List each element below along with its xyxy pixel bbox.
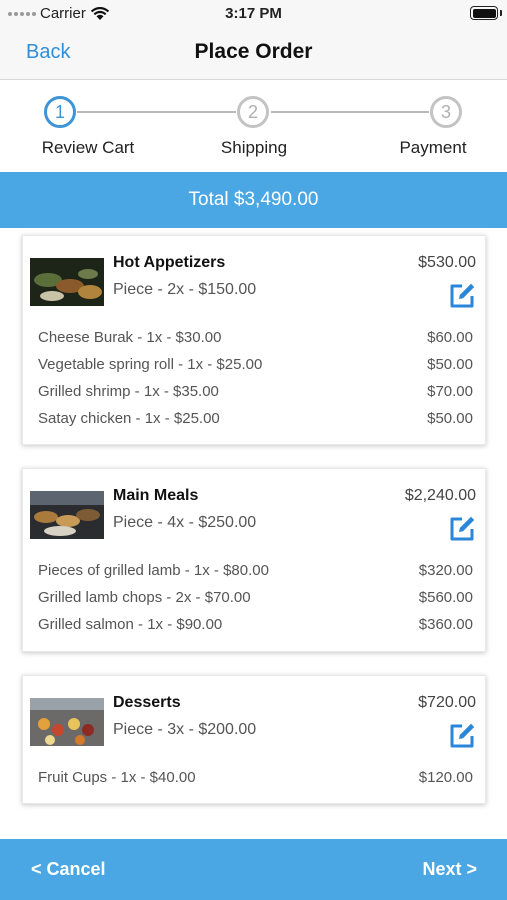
step-connector (271, 111, 429, 113)
item-label: Cheese Burak - 1x - $30.00 (38, 329, 222, 346)
item-amount: $60.00 (427, 329, 473, 346)
item-label: Satay chicken - 1x - $25.00 (38, 410, 220, 427)
food-image (30, 491, 104, 539)
food-image (30, 258, 104, 306)
step-3-label: Payment (399, 138, 467, 157)
bottom-action-bar: < Cancel Next > (0, 839, 507, 900)
category-name: Desserts (113, 694, 181, 711)
cart-card-main-meals: Main Meals $2,240.00 Piece - 4x - $250.0… (22, 468, 486, 652)
list-item: Pieces of grilled lamb - 1x - $80.00 $32… (38, 562, 473, 589)
category-name: Hot Appetizers (113, 254, 226, 271)
edit-icon[interactable] (447, 721, 477, 751)
step-3-circle[interactable]: 3 (430, 96, 462, 128)
item-label: Fruit Cups - 1x - $40.00 (38, 769, 196, 786)
category-subtitle: Piece - 4x - $250.00 (113, 514, 257, 531)
step-1-label: Review Cart (41, 138, 135, 157)
step-2-circle[interactable]: 2 (237, 96, 269, 128)
item-amount: $560.00 (418, 589, 473, 606)
item-amount: $50.00 (427, 410, 473, 427)
battery-icon (470, 6, 498, 20)
page-title: Place Order (194, 40, 313, 63)
status-bar: Carrier 3:17 PM (0, 0, 507, 27)
category-total: $720.00 (418, 694, 476, 711)
cart-card-hot-appetizers: Hot Appetizers $530.00 Piece - 2x - $150… (22, 235, 486, 445)
step-2-label: Shipping (220, 138, 288, 157)
step-connector (77, 111, 236, 113)
battery-tip (500, 10, 502, 16)
cancel-button[interactable]: < Cancel (31, 859, 106, 880)
food-image (30, 698, 104, 746)
list-item: Grilled salmon - 1x - $90.00 $360.00 (38, 616, 473, 643)
edit-icon[interactable] (447, 514, 477, 544)
item-amount: $320.00 (418, 562, 473, 579)
item-list: Cheese Burak - 1x - $30.00 $60.00 Vegeta… (38, 329, 473, 437)
category-subtitle: Piece - 2x - $150.00 (113, 281, 257, 298)
order-total: Total $3,490.00 (0, 172, 507, 228)
status-time: 3:17 PM (225, 5, 282, 22)
nav-bar: Back Place Order (0, 27, 507, 80)
edit-icon[interactable] (447, 281, 477, 311)
category-name: Main Meals (113, 487, 199, 504)
item-list: Fruit Cups - 1x - $40.00 $120.00 (38, 769, 473, 796)
list-item: Grilled shrimp - 1x - $35.00 $70.00 (38, 383, 473, 410)
list-item: Grilled lamb chops - 2x - $70.00 $560.00 (38, 589, 473, 616)
item-label: Grilled lamb chops - 2x - $70.00 (38, 589, 251, 606)
item-label: Pieces of grilled lamb - 1x - $80.00 (38, 562, 269, 579)
item-amount: $360.00 (418, 616, 473, 633)
list-item: Fruit Cups - 1x - $40.00 $120.00 (38, 769, 473, 796)
category-total: $530.00 (418, 254, 476, 271)
category-subtitle: Piece - 3x - $200.00 (113, 721, 257, 738)
checkout-stepper: 1 2 3 Review Cart Shipping Payment (0, 80, 507, 172)
list-item: Satay chicken - 1x - $25.00 $50.00 (38, 410, 473, 437)
item-amount: $70.00 (427, 383, 473, 400)
item-amount: $50.00 (427, 356, 473, 373)
cart-card-desserts: Desserts $720.00 Piece - 3x - $200.00 Fr… (22, 675, 486, 804)
next-button[interactable]: Next > (422, 859, 477, 880)
category-total: $2,240.00 (404, 487, 476, 504)
list-item: Vegetable spring roll - 1x - $25.00 $50.… (38, 356, 473, 383)
item-label: Grilled salmon - 1x - $90.00 (38, 616, 223, 633)
item-list: Pieces of grilled lamb - 1x - $80.00 $32… (38, 562, 473, 643)
item-label: Vegetable spring roll - 1x - $25.00 (38, 356, 263, 373)
item-amount: $120.00 (418, 769, 473, 786)
list-item: Cheese Burak - 1x - $30.00 $60.00 (38, 329, 473, 356)
step-1-circle[interactable]: 1 (44, 96, 76, 128)
item-label: Grilled shrimp - 1x - $35.00 (38, 383, 219, 400)
